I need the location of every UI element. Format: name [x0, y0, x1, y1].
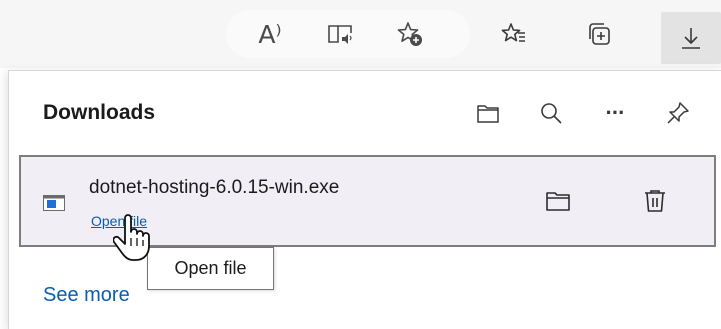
read-aloud-button[interactable]: A⁾ — [252, 16, 288, 52]
open-downloads-folder-button[interactable] — [471, 96, 505, 130]
download-filename: dotnet-hosting-6.0.15-win.exe — [89, 177, 340, 198]
delete-icon — [645, 190, 665, 212]
browser-window: A⁾ Downloads ··· dotnet-hosting-6.0.15-w… — [0, 0, 721, 329]
immersive-reader-button[interactable] — [322, 16, 358, 52]
hand-cursor-icon — [113, 214, 150, 261]
downloads-button[interactable] — [661, 12, 721, 64]
downloads-title: Downloads — [43, 101, 156, 124]
add-favorite-button[interactable] — [392, 16, 428, 52]
read-aloud-icon: A⁾ — [258, 19, 282, 49]
more-icon: ··· — [605, 100, 626, 125]
browser-toolbar: A⁾ — [0, 0, 721, 68]
exe-file-icon — [43, 195, 65, 211]
collections-icon — [589, 23, 610, 45]
collections-button[interactable] — [581, 16, 617, 52]
immersive-reader-icon — [328, 25, 352, 44]
open-folder-icon — [477, 105, 499, 123]
pin-downloads-button[interactable] — [661, 96, 695, 130]
add-favorite-icon — [397, 22, 422, 46]
favorites-button[interactable] — [496, 16, 532, 52]
show-in-folder-icon — [546, 192, 570, 211]
see-more-link[interactable]: See more — [43, 284, 130, 307]
downloads-flyout: Downloads ··· dotnet-hosting-6.0.15-win.… — [8, 70, 721, 329]
open-file-tooltip: Open file — [147, 247, 274, 290]
downloads-icon — [682, 28, 700, 49]
more-options-button[interactable]: ··· — [598, 96, 632, 130]
search-icon — [541, 103, 562, 124]
search-downloads-button[interactable] — [534, 96, 568, 130]
favorites-icon — [501, 23, 525, 42]
pin-icon — [667, 102, 689, 124]
show-in-folder-button[interactable] — [540, 183, 576, 219]
delete-download-button[interactable] — [637, 183, 673, 219]
